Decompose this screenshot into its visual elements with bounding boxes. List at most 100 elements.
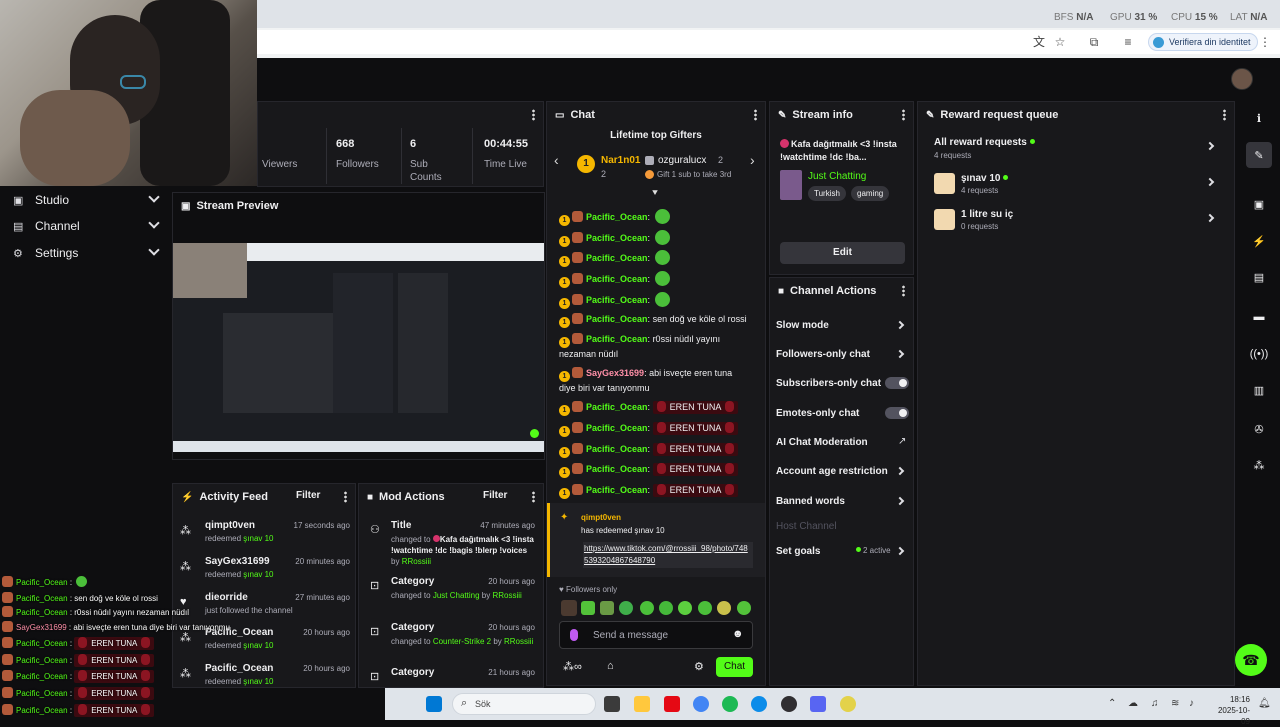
edge-icon[interactable] (751, 696, 767, 712)
star-icon[interactable]: ☆ (1053, 35, 1067, 49)
extensions-icon[interactable]: ⧉ (1087, 35, 1101, 49)
user-badge-icon (572, 443, 583, 454)
kebab-icon[interactable] (1223, 109, 1226, 121)
emote-icon[interactable] (640, 601, 654, 615)
help-icon[interactable]: ☎ (1235, 644, 1267, 676)
emote-icon[interactable] (581, 601, 595, 615)
cloud-icon[interactable]: ☁ (1128, 698, 1138, 709)
kebab-icon[interactable] (344, 491, 347, 503)
taskbar-search[interactable]: ⌕ Sök (452, 693, 596, 715)
account-age-item[interactable]: Account age restriction (776, 466, 908, 477)
edit-button[interactable]: Edit (780, 242, 905, 264)
tag[interactable]: gaming (851, 186, 890, 201)
discord-icon[interactable] (810, 696, 826, 712)
all-rewards-item[interactable]: All reward requests (934, 137, 1035, 148)
taskbar-clock[interactable]: 18:16 2025-10-09 (1210, 694, 1250, 727)
emote-icon[interactable] (698, 601, 712, 615)
app-icon[interactable] (840, 696, 856, 712)
microphone-icon[interactable]: ♫ (1151, 698, 1159, 709)
emote-icon[interactable] (600, 601, 614, 615)
lightning-icon[interactable]: ⚡ (1246, 228, 1272, 254)
store-icon[interactable]: ⌂ (607, 660, 614, 672)
chat-username[interactable]: Pacific_Ocean (586, 212, 648, 222)
gifters-prev-icon[interactable]: ‹ (554, 152, 559, 168)
sub-badge-icon: 1 (559, 371, 570, 382)
avatar[interactable] (1231, 68, 1253, 90)
info-icon[interactable]: ℹ (1246, 105, 1272, 131)
clipboard-icon[interactable]: ▤ (1246, 264, 1272, 290)
emote-icon[interactable] (659, 601, 673, 615)
ai-moderation-item[interactable]: AI Chat Moderation (776, 437, 908, 448)
nodes-icon[interactable]: ⁂ (1246, 452, 1272, 478)
subscribers-only-toggle[interactable] (885, 377, 909, 389)
wrench-icon[interactable]: ✇ (1246, 416, 1272, 442)
nav-item-settings[interactable]: ⚙ Settings (0, 240, 172, 266)
chat-username[interactable]: Pacific_Ocean (586, 253, 648, 263)
nav-item-studio[interactable]: ▣ Studio (0, 187, 172, 213)
emote-icon[interactable] (737, 601, 751, 615)
file-explorer-icon[interactable] (634, 696, 650, 712)
preview-icon[interactable]: ▣ (1246, 191, 1272, 217)
chat-input[interactable]: Send a message ☻ (559, 621, 753, 649)
wifi-icon[interactable]: ≋ (1171, 698, 1179, 709)
emote-icon[interactable] (678, 601, 692, 615)
pin-icon[interactable]: ⯆ (651, 188, 659, 199)
chat-username[interactable]: Pacific_Ocean (586, 295, 648, 305)
reading-list-icon[interactable]: ≡ (1121, 35, 1135, 49)
profile-button[interactable]: Verifiera din identitet (1148, 33, 1258, 51)
redeem-link[interactable]: https://www.tiktok.com/@rrossiii_98/phot… (583, 542, 753, 568)
tray-chevron-icon[interactable]: ⌃ (1108, 698, 1116, 709)
chat-bubble-icon[interactable]: ▬ (1246, 304, 1272, 330)
volume-icon[interactable]: ♪ (1189, 698, 1194, 709)
layout-icon[interactable]: ▥ (1246, 377, 1272, 403)
kebab-icon[interactable] (532, 491, 535, 503)
chat-username[interactable]: Pacific_Ocean (586, 334, 648, 344)
gifters-next-icon[interactable]: › (750, 152, 755, 168)
chat-tools-icon[interactable]: ⁂∞ (563, 660, 582, 673)
microphone-icon[interactable] (570, 629, 578, 641)
notification-icon[interactable]: 🔔︎ (1258, 698, 1271, 709)
chat-username[interactable]: Pacific_Ocean (586, 402, 648, 412)
chat-username[interactable]: Pacific_Ocean (586, 314, 648, 324)
kebab-icon[interactable] (902, 109, 905, 121)
menu-icon[interactable]: ⋮ (1258, 35, 1272, 49)
emote-icon[interactable] (619, 601, 633, 615)
chat-username[interactable]: Pacific_Ocean (586, 464, 648, 474)
reward-item[interactable]: 1 litre su iç (961, 209, 1013, 220)
tag[interactable]: Turkish (808, 186, 846, 201)
chat-username[interactable]: Pacific_Ocean (586, 485, 648, 495)
chat-username[interactable]: Pacific_Ocean (586, 444, 648, 454)
kebab-icon[interactable] (902, 285, 905, 297)
nav-item-channel[interactable]: ▤ Channel (0, 213, 172, 239)
emote-icon[interactable] (717, 601, 731, 615)
category-name[interactable]: Just Chatting (808, 171, 866, 182)
spotify-icon[interactable] (722, 696, 738, 712)
emote-icon[interactable] (561, 600, 577, 616)
chat-send-button[interactable]: Chat (716, 657, 753, 677)
pencil-icon[interactable]: ✎ (1246, 142, 1272, 168)
reward-item[interactable]: şınav 10 (961, 173, 1009, 184)
broadcast-icon[interactable]: ((•)) (1246, 341, 1272, 367)
slow-mode-item[interactable]: Slow mode (776, 320, 908, 331)
emotes-only-toggle[interactable] (885, 407, 909, 419)
redeem-user[interactable]: qimpt0ven (581, 513, 621, 522)
chat-username[interactable]: Pacific_Ocean (586, 423, 648, 433)
emoji-icon[interactable]: ☻ (732, 628, 744, 640)
banned-words-item[interactable]: Banned words (776, 496, 908, 507)
mod-filter-button[interactable]: Filter (483, 490, 507, 501)
windows-start-icon[interactable] (426, 696, 442, 712)
stream-preview-video[interactable] (173, 243, 544, 452)
task-view-icon[interactable] (604, 696, 620, 712)
kebab-icon[interactable] (532, 109, 535, 121)
chat-username[interactable]: SayGex31699 (586, 368, 644, 378)
chat-settings-icon[interactable]: ⚙ (694, 660, 704, 673)
chat-username[interactable]: Pacific_Ocean (586, 274, 648, 284)
followers-only-item[interactable]: Followers-only chat (776, 349, 908, 360)
netflix-icon[interactable] (664, 696, 680, 712)
kebab-icon[interactable] (754, 109, 757, 121)
chrome-icon[interactable] (693, 696, 709, 712)
translate-icon[interactable]: 文 (1032, 35, 1046, 49)
activity-filter-button[interactable]: Filter (296, 490, 320, 501)
chat-username[interactable]: Pacific_Ocean (586, 233, 648, 243)
obs-icon[interactable] (781, 696, 797, 712)
